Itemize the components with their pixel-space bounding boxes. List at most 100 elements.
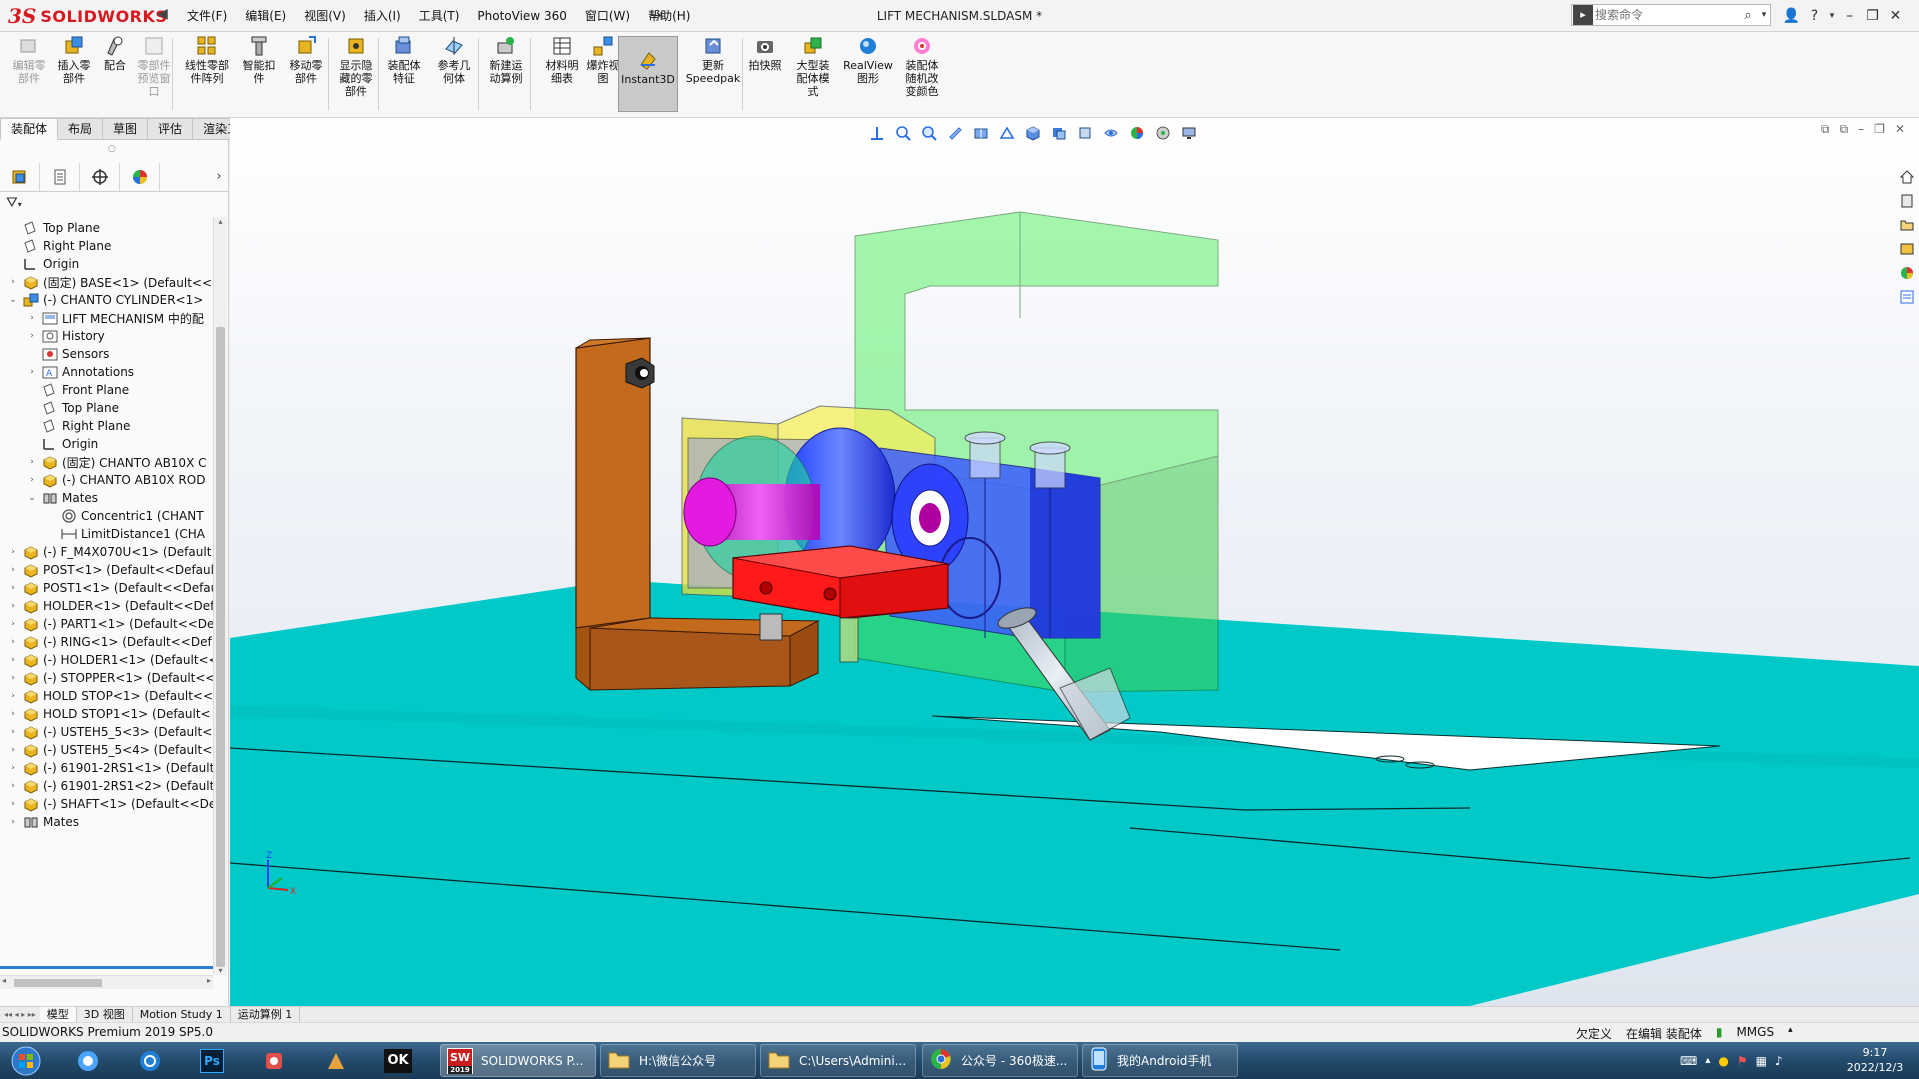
taskbar-app-icon[interactable] bbox=[252, 1045, 296, 1076]
tray-qq-icon[interactable]: ● bbox=[1718, 1054, 1728, 1068]
tree-node[interactable]: › Mates bbox=[8, 811, 79, 833]
menu-item-2[interactable]: 视图(V) bbox=[295, 0, 355, 32]
taskbar-app-button[interactable]: C:\Users\Admini... bbox=[760, 1044, 916, 1077]
tree-expand-icon[interactable]: › bbox=[27, 457, 37, 467]
tree-expand-icon[interactable]: › bbox=[8, 619, 18, 629]
tree-filter-icon[interactable]: ⛛▾ bbox=[6, 195, 22, 211]
model-tab-3[interactable]: 运动算例 1 bbox=[231, 1007, 301, 1022]
tree-expand-icon[interactable]: › bbox=[8, 637, 18, 647]
tree-expand-icon[interactable]: › bbox=[8, 745, 18, 755]
taskbar-app-button[interactable]: 公众号 - 360极速... bbox=[922, 1044, 1078, 1077]
tree-expand-icon[interactable]: › bbox=[8, 709, 18, 719]
tree-expand-icon[interactable]: › bbox=[27, 331, 37, 341]
view-cube-icon[interactable] bbox=[1022, 123, 1044, 143]
taskbar-ok-icon[interactable]: OK bbox=[376, 1045, 420, 1076]
cmd-insert-components-button[interactable]: 插入零 部件 bbox=[50, 35, 98, 85]
tree-vertical-scroll-thumb[interactable] bbox=[216, 327, 225, 967]
search-mode-icon[interactable]: ▸ bbox=[1573, 5, 1593, 25]
menu-item-7[interactable]: 帮助(H) bbox=[639, 0, 699, 32]
help-icon[interactable]: ? bbox=[1803, 8, 1826, 24]
graphics-viewport[interactable]: Z X ⧉ ⧉ – ❐ ✕ bbox=[230, 118, 1919, 1006]
menu-expand-arrow-icon[interactable]: ◀ bbox=[157, 6, 168, 22]
model-tab-2[interactable]: Motion Study 1 bbox=[133, 1007, 231, 1022]
tree-expand-icon[interactable]: › bbox=[8, 277, 18, 287]
taskbar-app-button[interactable]: 我的Android手机 bbox=[1082, 1044, 1238, 1077]
cmd-realview-button[interactable]: RealView 图形 bbox=[842, 35, 894, 85]
cmd-smart-fasteners-button[interactable]: 智能扣 件 bbox=[238, 35, 280, 85]
menu-item-5[interactable]: PhotoView 360 bbox=[468, 0, 575, 32]
taskbar-browser-icon[interactable] bbox=[128, 1045, 172, 1076]
cmd-instant3d-button[interactable]: Instant3D bbox=[618, 36, 678, 112]
tree-expand-icon[interactable]: › bbox=[8, 763, 18, 773]
taskbar-app-button[interactable]: SW 2019 SOLIDWORKS P... bbox=[440, 1044, 596, 1077]
menu-item-6[interactable]: 窗口(W) bbox=[576, 0, 639, 32]
cmd-linear-pattern-button[interactable]: 线性零部 件阵列 bbox=[176, 35, 238, 85]
tab-0[interactable]: 装配体 bbox=[0, 118, 59, 140]
cmd-reference-geometry-button[interactable]: 参考几 何体 bbox=[430, 35, 478, 85]
manager-tabs-more-icon[interactable]: › bbox=[209, 169, 229, 184]
minimize-window-icon[interactable]: – bbox=[1838, 8, 1861, 24]
menu-item-1[interactable]: 编辑(E) bbox=[236, 0, 295, 32]
doc-next-icon[interactable]: ⧉ bbox=[1840, 122, 1849, 137]
search-icon[interactable]: ⌕ bbox=[1738, 8, 1758, 23]
propertymanager-tab[interactable] bbox=[40, 162, 80, 191]
view-palette-icon[interactable] bbox=[1895, 238, 1919, 260]
apply-scene-icon[interactable] bbox=[1126, 123, 1148, 143]
edit-appearance-icon[interactable] bbox=[1100, 123, 1122, 143]
doc-prev-icon[interactable]: ⧉ bbox=[1821, 122, 1830, 137]
tree-horizontal-scrollbar[interactable]: ◂ ▸ bbox=[0, 975, 213, 989]
help-dropdown-icon[interactable]: ▾ bbox=[1826, 11, 1838, 21]
file-explorer-icon[interactable] bbox=[1895, 214, 1919, 236]
panel-collapse-handle[interactable]: ○ bbox=[108, 144, 116, 154]
tree-expand-icon[interactable]: › bbox=[8, 583, 18, 593]
cmd-component-preview-button[interactable]: 零部件 预览窗 口 bbox=[133, 35, 175, 98]
tray-network-icon[interactable]: ▦ bbox=[1756, 1054, 1767, 1068]
tree-expand-icon[interactable]: › bbox=[27, 475, 37, 485]
rebuild-indicator-icon[interactable]: ▮ bbox=[1716, 1025, 1723, 1042]
cmd-take-snapshot-button[interactable]: 拍快照 bbox=[745, 35, 785, 72]
scroll-up-icon[interactable]: ▴ bbox=[214, 217, 227, 226]
solidworks-logo[interactable]: 3S SOLIDWORKS bbox=[8, 3, 167, 29]
tree-expand-icon[interactable]: › bbox=[8, 655, 18, 665]
tray-volume-icon[interactable]: ♪ bbox=[1775, 1054, 1783, 1068]
design-library-icon[interactable] bbox=[1895, 190, 1919, 212]
tree-expand-icon[interactable]: › bbox=[8, 565, 18, 575]
cmd-large-assembly-button[interactable]: 大型装 配体模 式 bbox=[788, 35, 838, 98]
zoom-to-area-icon[interactable] bbox=[918, 123, 940, 143]
scroll-down-icon[interactable]: ▾ bbox=[214, 966, 227, 975]
display-style-icon[interactable] bbox=[1048, 123, 1070, 143]
assembly-model-drawing[interactable]: Z X bbox=[230, 118, 1919, 1006]
doc-minimize-icon[interactable]: – bbox=[1858, 122, 1864, 137]
search-commands-input[interactable] bbox=[1595, 8, 1738, 22]
tree-expand-icon[interactable]: › bbox=[27, 367, 37, 377]
cmd-assembly-features-button[interactable]: 装配体 特征 bbox=[380, 35, 428, 85]
taskbar-app-button[interactable]: H:\微信公众号 bbox=[600, 1044, 756, 1077]
user-icon[interactable]: 👤 bbox=[1780, 8, 1803, 24]
hide-show-items-icon[interactable] bbox=[1074, 123, 1096, 143]
tree-expand-icon[interactable]: › bbox=[8, 601, 18, 611]
zoom-to-fit-icon[interactable] bbox=[892, 123, 914, 143]
cmd-edit-component-button[interactable]: 编辑零 部件 bbox=[4, 35, 54, 85]
menu-item-3[interactable]: 插入(I) bbox=[355, 0, 410, 32]
taskbar-clock[interactable]: 9:17 2022/12/3 bbox=[1840, 1045, 1910, 1075]
view-orientation-icon[interactable] bbox=[866, 123, 888, 143]
menu-item-0[interactable]: 文件(F) bbox=[178, 0, 236, 32]
search-dropdown-icon[interactable]: ▾ bbox=[1758, 10, 1770, 20]
cmd-random-color-button[interactable]: 装配体 随机改 变颜色 bbox=[896, 35, 948, 98]
tab-3[interactable]: 评估 bbox=[148, 118, 194, 140]
cmd-update-speedpak-button[interactable]: 更新 Speedpak bbox=[684, 35, 742, 85]
tree-expand-icon[interactable]: ⌄ bbox=[27, 493, 37, 503]
section-view-icon[interactable] bbox=[970, 123, 992, 143]
close-window-icon[interactable]: ✕ bbox=[1884, 8, 1907, 24]
tray-flag-icon[interactable]: ⚑ bbox=[1737, 1054, 1748, 1068]
taskbar-photoshop-icon[interactable]: Ps bbox=[190, 1045, 234, 1076]
menu-item-4[interactable]: 工具(T) bbox=[410, 0, 469, 32]
featuremanager-tab[interactable] bbox=[0, 162, 40, 191]
units-selector[interactable]: MMGS bbox=[1736, 1025, 1774, 1042]
configurationmanager-tab[interactable] bbox=[80, 162, 120, 191]
taskbar-photos-icon[interactable] bbox=[66, 1045, 110, 1076]
units-dropdown-icon[interactable]: ▴ bbox=[1788, 1025, 1793, 1042]
doc-restore-icon[interactable]: ❐ bbox=[1874, 122, 1885, 137]
cmd-show-hidden-button[interactable]: 显示隐 藏的零 部件 bbox=[330, 35, 382, 98]
tab-1[interactable]: 布局 bbox=[58, 118, 104, 140]
